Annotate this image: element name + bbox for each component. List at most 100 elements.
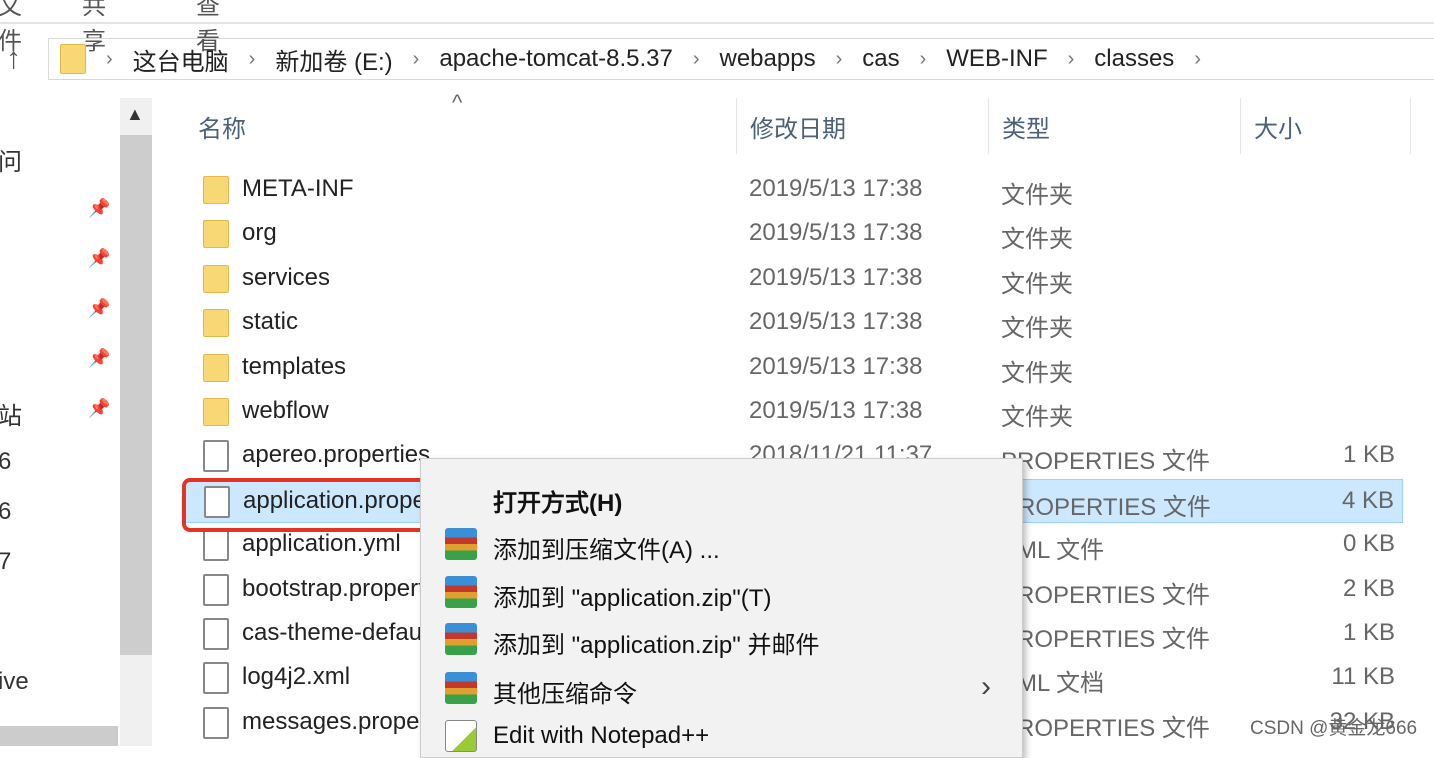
file-name: log4j2.xml [242, 663, 351, 691]
file-size: 1 KB [1342, 619, 1395, 646]
menu-item-label: 添加到 "application.zip" 并邮件 [493, 632, 820, 659]
chevron-right-icon[interactable]: › [1068, 48, 1075, 71]
file-name: templates [242, 352, 347, 380]
context-menu-item[interactable]: 添加到 "application.zip" 并邮件 [421, 617, 1021, 661]
file-date: 2019/5/13 17:38 [749, 397, 923, 424]
menu-item-label: 添加到 "application.zip"(T) [493, 585, 772, 612]
nav-item[interactable]: 问 [0, 142, 22, 177]
file-name: apereo.properties [242, 441, 431, 469]
file-name: static [242, 308, 299, 336]
breadcrumb-item[interactable]: apache-tomcat-8.5.37 [439, 45, 672, 73]
context-menu-item[interactable]: 打开方式(H) [421, 475, 1021, 519]
highlight-box [182, 478, 458, 532]
file-name: services [242, 263, 331, 291]
pin-icon[interactable]: 📌 [88, 248, 110, 269]
file-date: 2019/5/13 17:38 [749, 352, 923, 380]
column-divider[interactable] [1410, 98, 1411, 154]
pin-icon[interactable]: 📌 [88, 198, 110, 219]
breadcrumb-item[interactable]: WEB-INF [946, 45, 1047, 73]
file-row[interactable]: templates 2019/5/13 17:38 文件夹 [185, 346, 1403, 390]
file-row[interactable]: META-INF 2019/5/13 17:38 文件夹 [185, 168, 1403, 212]
nav-item[interactable]: 6 [0, 448, 11, 476]
file-type: PROPERTIES 文件 [1001, 581, 1210, 609]
chevron-right-icon[interactable]: › [106, 48, 113, 71]
pin-icon[interactable]: 📌 [88, 398, 110, 419]
column-divider[interactable] [1240, 98, 1241, 154]
file-type: 文件夹 [1001, 315, 1073, 343]
context-menu-item[interactable]: Edit with Notepad++ [421, 714, 1021, 758]
file-type: 文件夹 [1001, 182, 1073, 209]
file-date: 2019/5/13 17:38 [749, 175, 923, 202]
chevron-right-icon[interactable]: › [249, 48, 256, 71]
file-size: 1 KB [1342, 441, 1395, 469]
folder-icon [203, 264, 229, 293]
chevron-right-icon: › [981, 670, 991, 703]
breadcrumb-item[interactable]: 这台电脑 [133, 42, 229, 77]
folder-icon [203, 220, 229, 249]
file-type: 文件夹 [1001, 226, 1073, 254]
nav-item[interactable]: 站 [0, 396, 22, 431]
file-date: 2019/5/13 17:38 [749, 219, 923, 247]
chevron-right-icon[interactable]: › [920, 48, 927, 71]
nav-item[interactable]: ive [0, 668, 29, 696]
column-divider[interactable] [988, 98, 989, 154]
file-type: PROPERTIES 文件 [1001, 626, 1210, 653]
file-icon [203, 706, 229, 739]
chevron-right-icon[interactable]: › [693, 48, 700, 71]
sort-ascending-icon: ^ [452, 90, 463, 115]
chevron-right-icon[interactable]: › [836, 48, 843, 71]
breadcrumb-item[interactable]: webapps [720, 45, 816, 73]
breadcrumb-item[interactable]: cas [862, 45, 899, 73]
folder-icon [203, 176, 229, 204]
winrar-icon [445, 576, 477, 608]
scrollbar-thumb[interactable] [120, 135, 152, 655]
file-type: PROPERTIES 文件 [1001, 448, 1210, 476]
file-icon [203, 529, 229, 562]
column-header-date[interactable]: 修改日期 [750, 98, 846, 154]
chevron-right-icon[interactable]: › [1194, 48, 1201, 71]
column-header-name[interactable]: 名称 [198, 98, 246, 154]
chevron-up-icon[interactable]: ▲ [126, 104, 144, 125]
divider [0, 22, 1434, 24]
file-size: 11 KB [1331, 663, 1395, 691]
breadcrumb-item[interactable]: 新加卷 (E:) [275, 42, 392, 77]
nav-item[interactable]: 6 [0, 498, 11, 526]
nav-item[interactable]: 7 [0, 548, 11, 576]
pin-icon[interactable]: 📌 [88, 298, 110, 319]
file-icon [203, 618, 229, 650]
column-divider[interactable] [736, 98, 737, 154]
folder-icon [203, 309, 229, 338]
file-name: webflow [242, 397, 329, 424]
file-row[interactable]: webflow 2019/5/13 17:38 文件夹 [185, 390, 1403, 434]
column-header-size[interactable]: 大小 [1254, 98, 1302, 154]
breadcrumb: › 这台电脑 › 新加卷 (E:) › apache-tomcat-8.5.37 › … [60, 40, 1221, 78]
file-type: 文件夹 [1001, 359, 1073, 387]
pin-icon[interactable]: 📌 [88, 348, 110, 369]
watermark: CSDN @黄金龙666 [1250, 718, 1418, 739]
menu-item-label: 其他压缩命令 [493, 681, 637, 708]
file-date: 2019/5/13 17:38 [749, 308, 923, 336]
file-type: 文件夹 [1001, 404, 1073, 431]
context-menu: 打开方式(H) 添加到压缩文件(A) ... 添加到 "application.zi… [420, 458, 1023, 758]
file-row[interactable]: org 2019/5/13 17:38 文件夹 [185, 212, 1403, 256]
file-type: 文件夹 [1001, 270, 1073, 298]
column-header-type[interactable]: 类型 [1002, 98, 1050, 154]
context-menu-item[interactable]: 其他压缩命令 › [421, 666, 1021, 710]
folder-icon [60, 44, 86, 74]
context-menu-item[interactable]: 添加到压缩文件(A) ... [421, 522, 1021, 566]
navigation-pane: 问 站 6 6 7 ive 📌 📌 📌 📌 📌 [0, 90, 118, 746]
file-size: 4 KB [1341, 486, 1394, 514]
file-row[interactable]: static 2019/5/13 17:38 文件夹 [185, 301, 1403, 345]
file-type: PROPERTIES 文件 [1002, 493, 1211, 521]
file-type: PROPERTIES 文件 [1001, 714, 1210, 742]
chevron-right-icon[interactable]: › [413, 48, 420, 71]
scrollbar[interactable]: ▲ [120, 98, 152, 746]
file-icon [203, 440, 229, 473]
breadcrumb-item[interactable]: classes [1094, 45, 1174, 73]
up-arrow-icon[interactable]: ↑ [6, 42, 21, 76]
winrar-icon [445, 528, 477, 560]
file-row[interactable]: services 2019/5/13 17:38 文件夹 [185, 257, 1403, 301]
nav-item-selected[interactable] [0, 726, 118, 746]
notepad-icon [445, 720, 477, 752]
context-menu-item[interactable]: 添加到 "application.zip"(T) [421, 570, 1021, 614]
